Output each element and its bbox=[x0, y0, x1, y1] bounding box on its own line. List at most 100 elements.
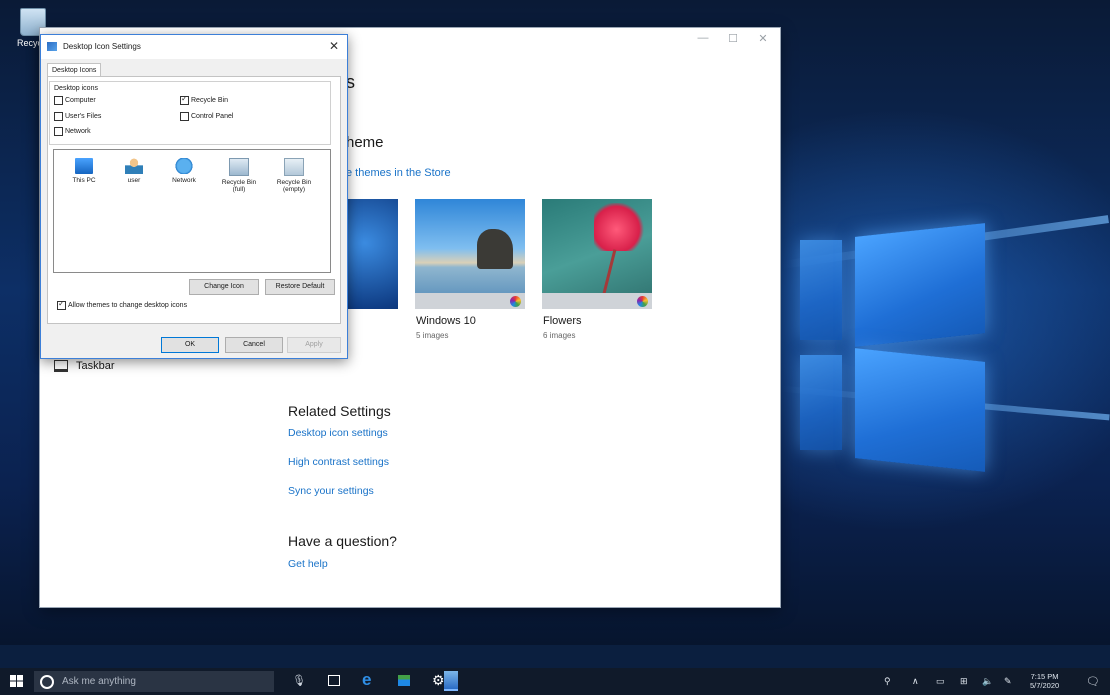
wallpaper-logo-pane bbox=[855, 348, 985, 472]
icon-list: This PC user Network Recycle Bin (full) … bbox=[53, 149, 331, 273]
search-box[interactable]: Ask me anything bbox=[34, 671, 274, 692]
desktop-icons-group: Desktop icons Computer Recycle Bin User'… bbox=[49, 81, 331, 145]
checkbox-label: Computer bbox=[65, 97, 96, 104]
volume-icon[interactable]: 🔈 bbox=[982, 676, 993, 687]
close-button[interactable]: ✕ bbox=[748, 32, 778, 45]
chevron-up-icon[interactable]: ∧ bbox=[912, 676, 919, 687]
list-item-label: Network bbox=[172, 177, 196, 184]
checkbox-label: User's Files bbox=[65, 113, 102, 120]
list-item-label: user bbox=[127, 177, 141, 184]
close-icon[interactable]: ✕ bbox=[329, 39, 339, 53]
checkbox-computer[interactable]: Computer bbox=[54, 96, 96, 105]
theme-name: Windows 10 bbox=[416, 315, 476, 327]
get-help-link[interactable]: Get help bbox=[288, 558, 328, 570]
checkbox-network[interactable]: Network bbox=[54, 127, 91, 136]
list-item[interactable]: user bbox=[114, 158, 154, 184]
battery-icon[interactable]: ▭ bbox=[936, 676, 945, 687]
checkbox-allow-themes[interactable]: Allow themes to change desktop icons bbox=[57, 299, 188, 310]
dialog-title: Desktop Icon Settings bbox=[63, 42, 141, 51]
checkbox-label: Recycle Bin bbox=[191, 97, 228, 104]
theme-count: 6 images bbox=[543, 331, 576, 340]
high-contrast-settings-link[interactable]: High contrast settings bbox=[288, 456, 389, 468]
checkbox-label: Allow themes to change desktop icons bbox=[68, 302, 188, 309]
change-icon-button[interactable]: Change Icon bbox=[189, 279, 259, 295]
color-wheel-icon bbox=[637, 296, 648, 307]
tab-desktop-icons[interactable]: Desktop Icons bbox=[47, 63, 102, 77]
sidebar-item-label: Taskbar bbox=[76, 360, 115, 372]
maximize-button[interactable]: ☐ bbox=[718, 32, 748, 45]
checkbox-users-files[interactable]: User's Files bbox=[54, 112, 101, 121]
desktop-settings-taskbar-icon[interactable] bbox=[444, 671, 458, 691]
checkbox-box[interactable] bbox=[180, 112, 189, 121]
desktop-settings-icon bbox=[47, 42, 57, 51]
list-item[interactable]: Network bbox=[164, 158, 204, 184]
settings-gear-icon[interactable]: ⚙ bbox=[432, 672, 445, 689]
checkbox-box[interactable] bbox=[57, 299, 66, 310]
start-button[interactable] bbox=[10, 675, 24, 688]
list-item[interactable]: This PC bbox=[64, 158, 104, 184]
checkbox-box[interactable] bbox=[54, 112, 63, 121]
theme-bar bbox=[415, 293, 525, 309]
ink-workspace-icon[interactable]: ✎ bbox=[1004, 676, 1012, 687]
desktop-icon-settings-dialog: Desktop Icon Settings ✕ Desktop Icons De… bbox=[40, 34, 348, 359]
sidebar-item-taskbar[interactable]: Taskbar bbox=[54, 360, 115, 372]
cancel-button[interactable]: Cancel bbox=[225, 337, 283, 353]
action-center-icon[interactable]: 🗨 bbox=[1086, 675, 1100, 688]
apply-button[interactable]: Apply bbox=[287, 337, 341, 353]
wallpaper-logo-pane bbox=[855, 223, 985, 347]
ok-button[interactable]: OK bbox=[161, 337, 219, 353]
people-icon[interactable]: ⚲ bbox=[884, 676, 891, 687]
desktop-icon-settings-link[interactable]: Desktop icon settings bbox=[288, 427, 388, 439]
color-wheel-icon bbox=[510, 296, 521, 307]
recycle-bin-empty-icon bbox=[284, 158, 304, 176]
checkbox-label: Control Panel bbox=[191, 113, 234, 120]
list-item[interactable]: Recycle Bin (full) bbox=[219, 158, 259, 193]
microphone-icon[interactable]: 🎙 bbox=[292, 674, 306, 687]
clock-date: 5/7/2020 bbox=[1030, 681, 1060, 690]
cortana-icon bbox=[40, 675, 54, 689]
checkbox-label: Network bbox=[65, 128, 91, 135]
list-item-label: Recycle Bin (full) bbox=[221, 179, 257, 193]
flower-stem bbox=[602, 249, 617, 294]
wallpaper-logo-pane bbox=[800, 355, 842, 450]
task-view-icon[interactable] bbox=[328, 675, 340, 686]
taskbar-icon bbox=[54, 360, 68, 372]
search-input[interactable]: Ask me anything bbox=[62, 676, 136, 687]
rock-formation bbox=[477, 229, 513, 269]
theme-thumbnail-flowers[interactable] bbox=[542, 199, 652, 309]
checkbox-box[interactable] bbox=[54, 127, 63, 136]
recycle-bin-full-icon bbox=[229, 158, 249, 176]
theme-count: 5 images bbox=[416, 331, 449, 340]
checkbox-control-panel[interactable]: Control Panel bbox=[180, 112, 233, 121]
restore-default-button[interactable]: Restore Default bbox=[265, 279, 335, 295]
store-themes-link[interactable]: e themes in the Store bbox=[346, 167, 451, 179]
related-settings-heading: Related Settings bbox=[288, 403, 391, 419]
user-icon bbox=[125, 158, 143, 174]
flower-petals bbox=[594, 203, 644, 251]
theme-bar bbox=[542, 293, 652, 309]
minimize-button[interactable]: — bbox=[688, 32, 718, 44]
theme-name: Flowers bbox=[543, 315, 582, 327]
taskbar: Ask me anything 🎙 e ⚙ ⚲ ∧ ▭ ⊞ 🔈 ✎ 7:15 P… bbox=[0, 668, 1110, 695]
checkbox-recycle-bin[interactable]: Recycle Bin bbox=[180, 94, 228, 105]
dialog-title-bar: Desktop Icon Settings ✕ bbox=[41, 35, 347, 59]
clock[interactable]: 7:15 PM 5/7/2020 bbox=[1030, 672, 1059, 690]
wallpaper-logo-pane bbox=[800, 240, 842, 340]
list-item[interactable]: Recycle Bin (empty) bbox=[274, 158, 314, 193]
checkbox-box[interactable] bbox=[54, 96, 63, 105]
theme-heading: heme bbox=[346, 134, 384, 151]
network-icon bbox=[175, 158, 193, 174]
list-item-label: This PC bbox=[72, 177, 96, 184]
list-item-label: Recycle Bin (empty) bbox=[276, 179, 312, 193]
sync-settings-link[interactable]: Sync your settings bbox=[288, 485, 374, 497]
windows-logo-icon bbox=[10, 675, 23, 687]
group-label: Desktop icons bbox=[54, 85, 98, 92]
edge-icon[interactable]: e bbox=[362, 670, 371, 690]
this-pc-icon bbox=[75, 158, 93, 174]
clock-time: 7:15 PM bbox=[1030, 672, 1059, 681]
theme-thumbnail-windows10[interactable] bbox=[415, 199, 525, 309]
store-icon[interactable] bbox=[398, 675, 410, 686]
network-tray-icon[interactable]: ⊞ bbox=[960, 676, 968, 687]
question-heading: Have a question? bbox=[288, 533, 397, 549]
checkbox-box[interactable] bbox=[180, 94, 189, 105]
